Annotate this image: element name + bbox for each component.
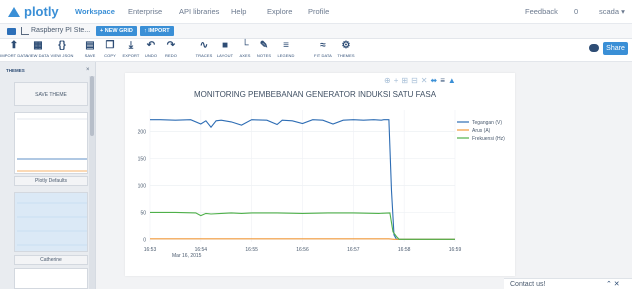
view-json-tool[interactable]: {} VIEW JSON: [48, 40, 76, 59]
top-nav: plotly Workspace Enterprise API librarie…: [0, 0, 632, 24]
axes-icon: └: [241, 40, 249, 51]
theme-card-catherine[interactable]: [14, 192, 88, 252]
scrollbar-thumb[interactable]: [90, 76, 94, 136]
zoom-icon[interactable]: ⊕: [384, 76, 394, 85]
compare-icon[interactable]: ≡: [440, 76, 448, 85]
file-bar: Raspberry PI Ste... + NEW GRID ↑ IMPORT: [0, 24, 632, 39]
themes-icon: ⚙: [341, 40, 351, 51]
notification-count[interactable]: 0: [574, 7, 578, 16]
import-button[interactable]: ↑ IMPORT: [140, 26, 174, 36]
tool-label: THEMES: [337, 53, 355, 58]
undo-icon: ↶: [146, 40, 156, 51]
save-icon: ▤: [85, 40, 95, 51]
theme-label-plotly-defaults[interactable]: Plotly Defaults: [14, 176, 88, 186]
traces-icon: ∿: [199, 40, 209, 51]
tool-label: REDO: [165, 53, 177, 58]
export-icon: ⤓: [128, 40, 134, 51]
nav-explore[interactable]: Explore: [267, 7, 292, 16]
grid-file-icon: [21, 27, 29, 35]
plotly-logo-icon: [8, 6, 20, 17]
redo-icon: ↷: [166, 40, 176, 51]
themes-panel-title: THEMES: [6, 68, 25, 73]
themes-tool[interactable]: ⚙ THEMES: [332, 40, 360, 59]
toolbar: ⬆ IMPORT DATA ▦ VIEW DATA {} VIEW JSON ▤ SAV…: [0, 39, 632, 62]
contact-label: Contact us!: [510, 281, 546, 288]
theme-preview-catherine: [17, 202, 87, 246]
tool-label: LEGEND: [277, 53, 295, 58]
new-grid-button[interactable]: + NEW GRID: [96, 26, 137, 36]
legend-tool[interactable]: ≡ LEGEND: [272, 40, 300, 59]
nav-help[interactable]: Help: [231, 7, 246, 16]
plot-paper: [125, 73, 515, 276]
grid-icon: ▦: [33, 40, 43, 51]
theme-card-next[interactable]: [14, 268, 88, 289]
save-theme-button[interactable]: SAVE THEME: [14, 82, 88, 106]
themes-panel-header: THEMES ×: [0, 66, 96, 76]
theme-card-plotly-defaults[interactable]: [14, 112, 88, 174]
layout-icon: ■: [221, 40, 229, 51]
nav-feedback[interactable]: Feedback: [525, 7, 558, 16]
share-button[interactable]: Share: [603, 42, 628, 55]
redo-tool[interactable]: ↷ REDO: [157, 40, 185, 59]
theme-label-catherine[interactable]: Catherine: [14, 255, 88, 265]
nav-profile[interactable]: Profile: [308, 7, 329, 16]
zoom-out-icon[interactable]: ⊟: [411, 76, 421, 85]
contact-widget[interactable]: Contact us! ⌃ ✕: [504, 278, 632, 289]
tool-label: VIEW JSON: [50, 53, 74, 58]
zoom-in-icon[interactable]: ⊞: [401, 76, 411, 85]
logo-text: plotly: [24, 4, 59, 19]
nav-workspace[interactable]: Workspace: [75, 7, 115, 16]
plotly-modebar-logo-icon[interactable]: ▲: [448, 76, 459, 85]
hover-icon[interactable]: ⬌: [430, 76, 440, 85]
copy-icon: ❐: [105, 40, 115, 51]
plotly-logo[interactable]: plotly: [8, 4, 59, 19]
contact-controls[interactable]: ⌃ ✕: [606, 280, 620, 288]
file-name[interactable]: Raspberry PI Ste...: [31, 27, 90, 34]
legend-icon: ≡: [283, 40, 289, 51]
modebar: ⊕+⊞⊟✕⬌≡▲: [384, 76, 459, 85]
chat-icon[interactable]: [589, 44, 599, 52]
close-icon[interactable]: ×: [86, 67, 90, 73]
nav-api-libraries[interactable]: API libraries: [179, 7, 219, 16]
fit-data-icon: ≈: [320, 40, 326, 51]
theme-preview-plotly-defaults: [17, 118, 87, 172]
upload-icon: ⬆: [9, 40, 19, 51]
user-menu[interactable]: scada ▾: [599, 7, 625, 16]
panel-scrollbar[interactable]: [89, 76, 95, 289]
nav-enterprise[interactable]: Enterprise: [128, 7, 162, 16]
folder-icon[interactable]: [7, 28, 16, 35]
notes-icon: ✎: [259, 40, 269, 51]
braces-icon: {}: [58, 40, 66, 51]
